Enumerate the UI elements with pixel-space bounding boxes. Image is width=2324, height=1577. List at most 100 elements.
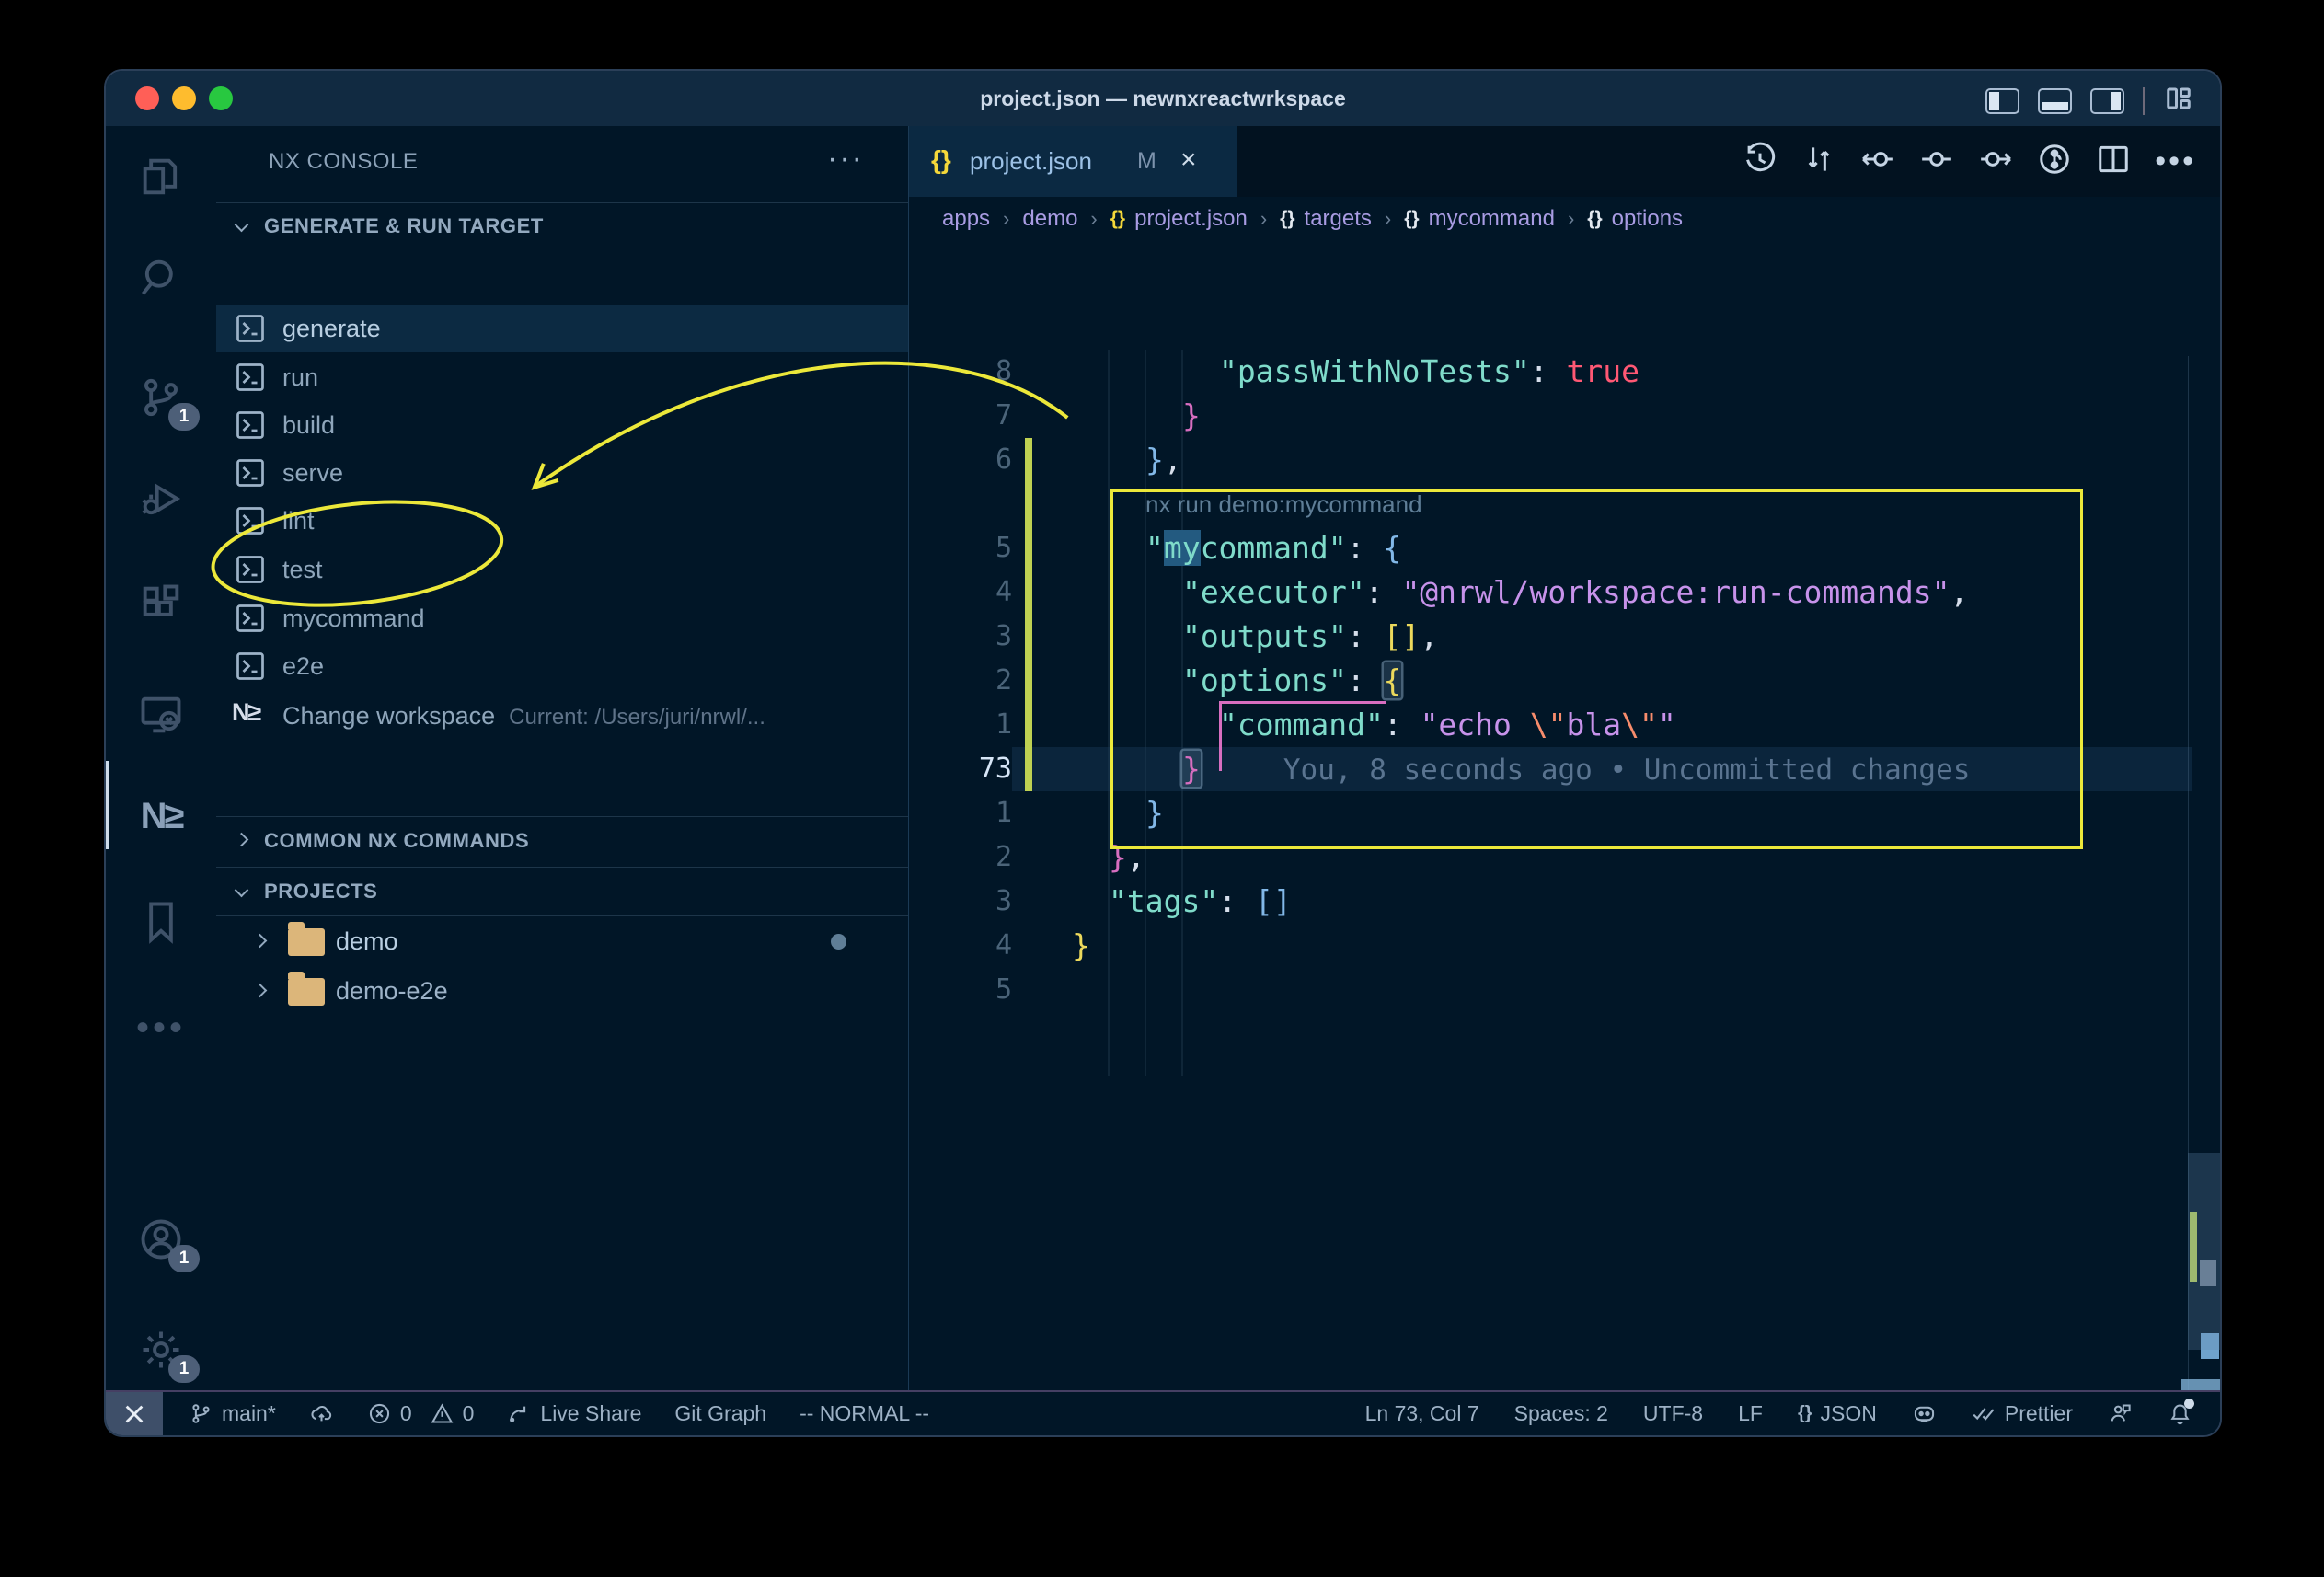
code-line: 5 xyxy=(909,968,2192,1012)
copilot-item[interactable] xyxy=(1912,1401,1937,1426)
code-area[interactable]: 8"passWithNoTests": true7}6},nx run demo… xyxy=(909,241,2220,1390)
breadcrumb: apps › demo › {} project.json › {} targe… xyxy=(909,197,2220,241)
sidebar-pane-header: NX CONSOLE ··· xyxy=(216,126,908,197)
notification-dot xyxy=(2184,1399,2194,1409)
source-control-badge: 1 xyxy=(168,403,200,431)
live-share-item[interactable]: Live Share xyxy=(507,1401,641,1426)
formatter-item[interactable]: Prettier xyxy=(1972,1401,2073,1426)
cursor-position-item[interactable]: Ln 73, Col 7 xyxy=(1365,1401,1479,1426)
breadcrumb-item-apps[interactable]: apps xyxy=(942,206,990,232)
code-line: 6}, xyxy=(909,438,2192,482)
branch-status-item[interactable]: main* xyxy=(189,1401,276,1426)
sidebar-item-test[interactable]: test xyxy=(216,546,908,593)
split-editor-icon[interactable] xyxy=(2096,142,2131,181)
pane-more-actions-icon[interactable]: ··· xyxy=(827,126,864,197)
remote-indicator[interactable] xyxy=(106,1392,163,1435)
section-generate-run-target[interactable]: GENERATE & RUN TARGET xyxy=(216,202,908,250)
project-row-demo[interactable]: demo xyxy=(216,917,908,965)
terminal-icon xyxy=(234,312,267,345)
double-check-icon xyxy=(1972,1401,1996,1426)
section-divider xyxy=(216,915,908,916)
sidebar-item-run[interactable]: run xyxy=(216,353,908,401)
feedback-item[interactable] xyxy=(2108,1401,2133,1426)
sidebar-item-e2e[interactable]: e2e xyxy=(216,642,908,690)
indentation-item[interactable]: Spaces: 2 xyxy=(1514,1401,1608,1426)
git-graph-item[interactable]: Git Graph xyxy=(674,1401,766,1426)
copilot-icon xyxy=(1912,1401,1937,1426)
tab-project-json[interactable]: {} project.json M × xyxy=(909,126,1237,197)
json-file-icon: {} xyxy=(1110,208,1125,230)
terminal-icon xyxy=(234,553,267,586)
folder-icon xyxy=(288,928,325,956)
sidebar-item-serve[interactable]: serve xyxy=(216,449,908,497)
editor-group: {} project.json M × ••• apps › demo › {} xyxy=(909,126,2220,1390)
notifications-item[interactable] xyxy=(2168,1401,2192,1426)
eol-item[interactable]: LF xyxy=(1738,1401,1763,1426)
status-bar: main* 0 0 Live Share Git Graph -- NORMAL… xyxy=(106,1390,2220,1435)
project-row-demo-e2e[interactable]: demo-e2e xyxy=(216,967,908,1015)
source-control-icon[interactable]: 1 xyxy=(106,353,216,442)
json-file-icon: {} xyxy=(931,126,951,194)
json-braces-icon: {} xyxy=(1798,1403,1812,1424)
titlebar-divider xyxy=(2143,87,2145,115)
settings-gear-icon[interactable]: 1 xyxy=(106,1306,216,1394)
previous-change-icon[interactable] xyxy=(1860,142,1895,181)
tab-label: project.json xyxy=(970,126,1092,197)
close-tab-icon[interactable]: × xyxy=(1180,126,1197,194)
run-debug-icon[interactable] xyxy=(106,455,216,543)
breadcrumb-separator: › xyxy=(999,207,1013,231)
warnings-icon xyxy=(430,1401,454,1426)
extensions-icon[interactable] xyxy=(106,560,216,649)
bookmarks-icon[interactable] xyxy=(106,878,216,966)
breadcrumb-item-targets[interactable]: targets xyxy=(1305,206,1372,232)
breadcrumb-item-project-json[interactable]: project.json xyxy=(1134,206,1248,232)
vertical-scrollbar[interactable] xyxy=(2188,1153,2220,1350)
encoding-item[interactable]: UTF-8 xyxy=(1643,1401,1703,1426)
vim-mode-indicator[interactable]: -- NORMAL -- xyxy=(800,1401,929,1426)
section-common-nx-commands[interactable]: COMMON NX COMMANDS xyxy=(216,817,908,865)
folder-icon xyxy=(288,978,325,1006)
toggle-primary-sidebar-icon[interactable] xyxy=(1985,88,2019,114)
sidebar-item-build[interactable]: build xyxy=(216,401,908,449)
sidebar-item-generate[interactable]: generate xyxy=(216,305,908,352)
current-change-icon[interactable] xyxy=(1919,142,1954,181)
section-projects[interactable]: PROJECTS xyxy=(216,868,908,915)
breadcrumb-item-options[interactable]: options xyxy=(1612,206,1683,232)
more-actions-icon[interactable]: ••• xyxy=(2155,144,2196,179)
terminal-icon xyxy=(234,504,267,537)
timeline-history-icon[interactable] xyxy=(1743,142,1778,181)
sync-changes-item[interactable] xyxy=(309,1401,334,1426)
chevron-down-icon xyxy=(235,883,249,898)
nx-console-icon[interactable]: N≥ xyxy=(106,772,216,860)
vscode-window: project.json — newnxreactwrkspace 1 N≥ •… xyxy=(104,69,2222,1437)
terminal-icon xyxy=(234,409,267,442)
remote-explorer-icon[interactable] xyxy=(106,671,216,759)
explorer-icon[interactable] xyxy=(106,132,216,221)
account-icon[interactable]: 1 xyxy=(106,1195,216,1283)
errors-icon xyxy=(367,1401,392,1426)
line-number: 5 xyxy=(909,968,1012,1012)
more-views-icon[interactable]: ••• xyxy=(106,984,216,1072)
sidebar-item-mycommand[interactable]: mycommand xyxy=(216,594,908,642)
chevron-right-icon xyxy=(235,833,249,847)
sidebar-item-lint[interactable]: lint xyxy=(216,497,908,545)
toggle-panel-icon[interactable] xyxy=(2038,88,2072,114)
open-revision-icon[interactable] xyxy=(2037,142,2072,181)
breadcrumb-item-mycommand[interactable]: mycommand xyxy=(1429,206,1555,232)
problems-item[interactable]: 0 0 xyxy=(367,1401,475,1426)
sidebar-item-change-workspace[interactable]: N≥ Change workspace Current: /Users/juri… xyxy=(216,692,908,740)
search-icon[interactable] xyxy=(106,234,216,322)
live-share-icon xyxy=(507,1401,532,1426)
code-line: 7} xyxy=(909,394,2192,438)
editor-actions: ••• xyxy=(1743,126,2196,197)
toggle-secondary-sidebar-icon[interactable] xyxy=(2090,88,2124,114)
customize-layout-icon[interactable] xyxy=(2163,85,2194,117)
code-line: 8"passWithNoTests": true xyxy=(909,350,2192,394)
activity-bar: 1 N≥ ••• 1 1 xyxy=(106,126,216,1390)
account-badge: 1 xyxy=(168,1245,200,1272)
breadcrumb-item-demo[interactable]: demo xyxy=(1022,206,1077,232)
next-change-icon[interactable] xyxy=(1978,142,2013,181)
language-mode-item[interactable]: {}JSON xyxy=(1798,1401,1877,1426)
terminal-icon xyxy=(234,361,267,394)
compare-changes-icon[interactable] xyxy=(1801,142,1836,181)
